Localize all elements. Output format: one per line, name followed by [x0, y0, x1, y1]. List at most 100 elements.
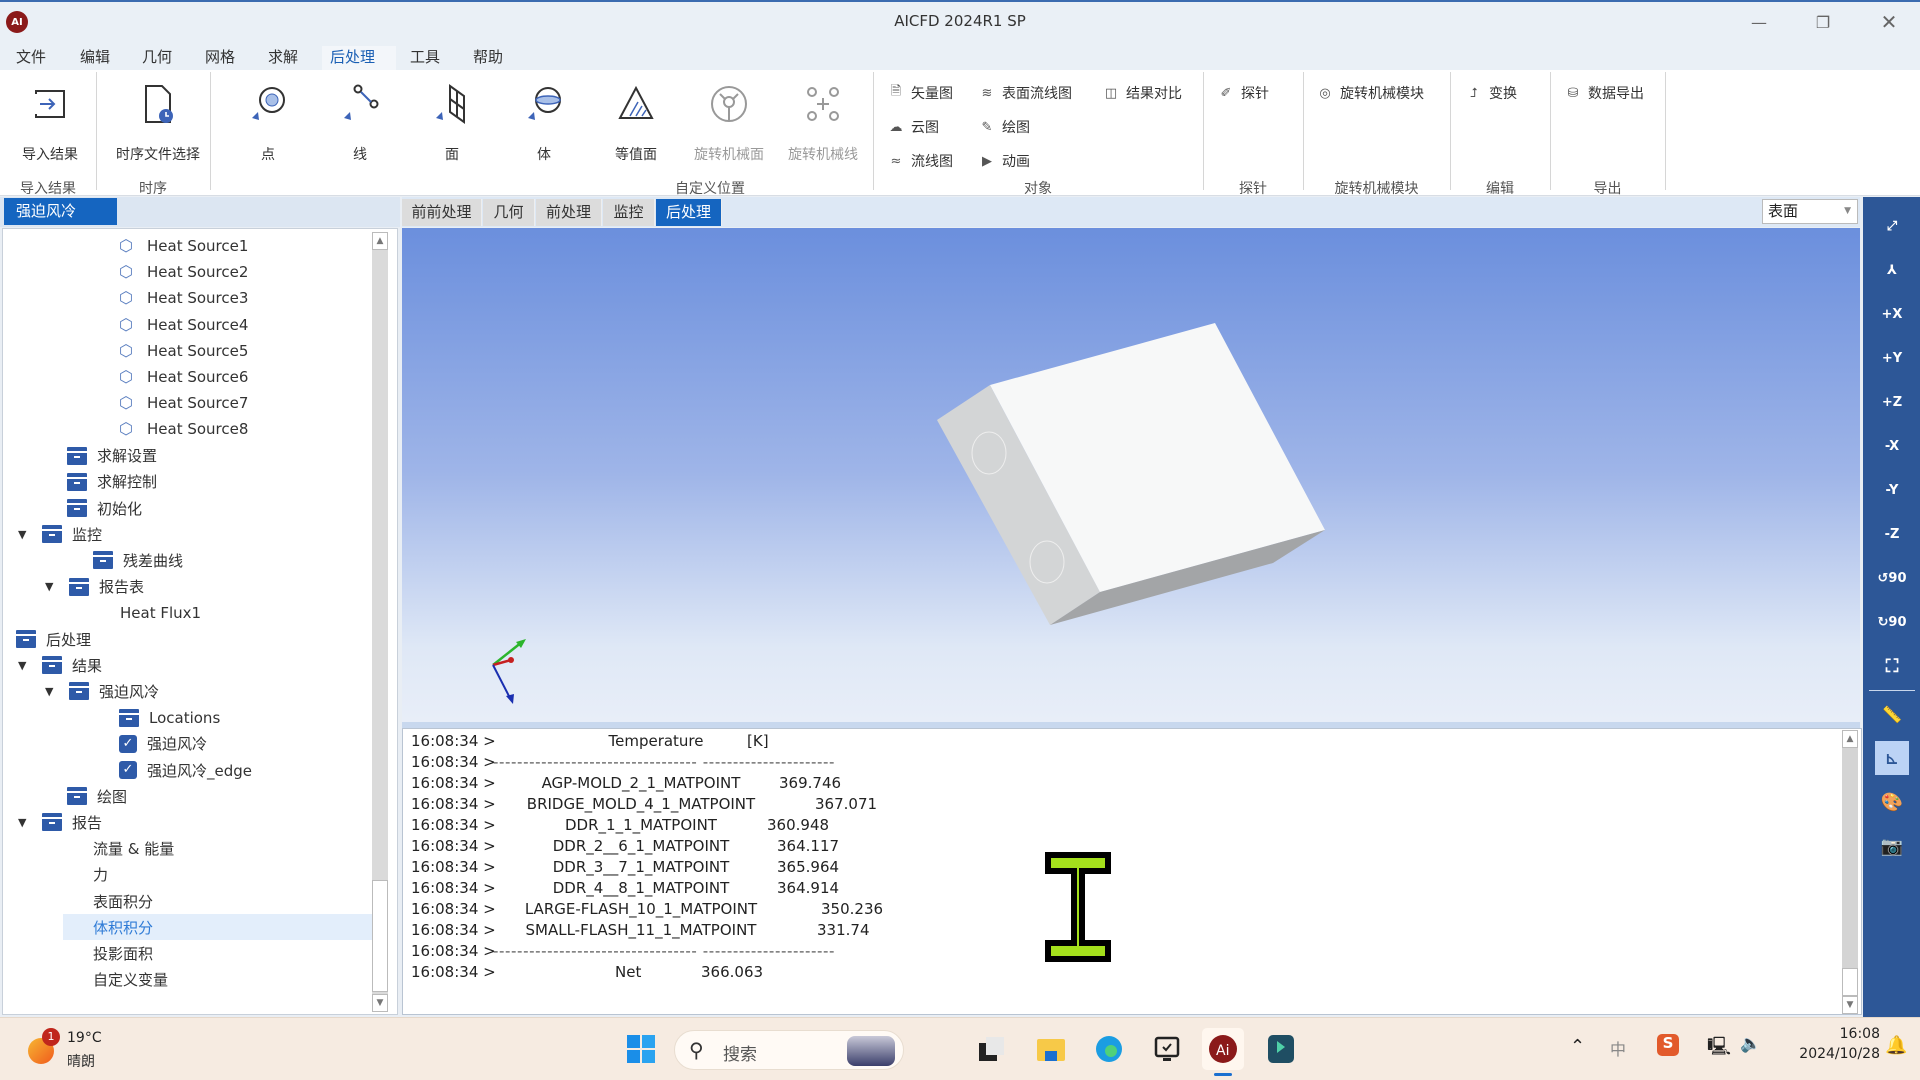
- close-button[interactable]: ✕: [1866, 8, 1912, 36]
- show-hidden-icons[interactable]: ⌃: [1570, 1036, 1585, 1057]
- scroll-up-button[interactable]: ▲: [1842, 730, 1858, 748]
- tree-node[interactable]: ⬡ Heat Source8: [119, 416, 248, 442]
- tree-node[interactable]: ▼ 监控: [18, 521, 102, 547]
- notification-bell-icon[interactable]: 🔔: [1885, 1035, 1907, 1056]
- expand-arrow-icon[interactable]: ▼: [45, 580, 59, 593]
- restore-button[interactable]: ❐: [1800, 8, 1846, 36]
- expand-arrow-icon[interactable]: ▼: [18, 528, 32, 541]
- tree-node[interactable]: 流量 & 能量: [93, 836, 174, 862]
- turbo-surface-button[interactable]: 旋转机械面: [686, 80, 772, 164]
- turbo-module-button[interactable]: ◎ 旋转机械模块: [1316, 83, 1424, 103]
- start-button[interactable]: [620, 1028, 662, 1070]
- sogou-ime-icon[interactable]: S: [1657, 1034, 1679, 1056]
- expand-arrow-icon[interactable]: ▼: [3, 633, 6, 646]
- tree-scrollbar[interactable]: ▲ ▼: [372, 232, 388, 1012]
- tree-node[interactable]: ▼ 结果: [18, 652, 102, 678]
- view-plus-x-icon[interactable]: +X: [1875, 297, 1909, 331]
- scroll-down-button[interactable]: ▼: [1842, 996, 1858, 1014]
- probe-button[interactable]: ✐ 探针: [1217, 83, 1269, 103]
- menu-solve[interactable]: 求解: [260, 46, 306, 70]
- rotate-ccw-90-icon[interactable]: ↺90: [1875, 561, 1909, 595]
- tree-node[interactable]: ✓ 强迫风冷_edge: [119, 757, 252, 783]
- tree-node[interactable]: 表面积分: [93, 888, 153, 914]
- tree-node[interactable]: ⬡ Heat Source3: [119, 285, 248, 311]
- tab-geometry[interactable]: 几何: [483, 199, 535, 226]
- tree-node[interactable]: 投影面积: [93, 940, 153, 966]
- plot-button[interactable]: ✎ 绘图: [978, 117, 1030, 137]
- result-compare-button[interactable]: ◫ 结果对比: [1102, 83, 1182, 103]
- weather-temp[interactable]: 19°C: [67, 1030, 102, 1046]
- turbo-line-button[interactable]: 旋转机械线: [780, 80, 866, 164]
- display-mode-select[interactable]: 表面 ▼: [1762, 199, 1858, 224]
- tree-node[interactable]: 求解控制: [67, 469, 157, 495]
- streamline-button[interactable]: ≈ 流线图: [887, 151, 953, 171]
- view-plus-z-icon[interactable]: +Z: [1875, 385, 1909, 419]
- tree-node[interactable]: ⬡ Heat Source4: [119, 312, 248, 338]
- checkbox[interactable]: ✓: [119, 761, 137, 779]
- tree-node[interactable]: 自定义变量: [93, 967, 168, 993]
- tree-node[interactable]: ⬡ Heat Source1: [119, 233, 248, 259]
- hide-axes-icon[interactable]: ⊾: [1875, 741, 1909, 775]
- security-app-icon[interactable]: [1146, 1028, 1188, 1070]
- case-tab[interactable]: 强迫风冷: [4, 198, 117, 225]
- clock-time[interactable]: 16:08: [1780, 1026, 1880, 1042]
- timing-file-select-button[interactable]: 时序文件选择: [108, 80, 208, 164]
- tree-node[interactable]: ⬡ Heat Source7: [119, 390, 248, 416]
- surface-streamline-button[interactable]: ≋ 表面流线图: [978, 83, 1072, 103]
- fullscreen-icon[interactable]: ⛶: [1875, 649, 1909, 683]
- animation-button[interactable]: ▶ 动画: [978, 151, 1030, 171]
- rotate-cw-90-icon[interactable]: ↻90: [1875, 605, 1909, 639]
- minimize-button[interactable]: —: [1736, 8, 1782, 36]
- expand-arrow-icon[interactable]: ▼: [18, 816, 32, 829]
- weather-desc[interactable]: 晴朗: [67, 1051, 95, 1071]
- edge-browser-icon[interactable]: [1088, 1028, 1130, 1070]
- camera-icon[interactable]: 📷: [1875, 829, 1909, 863]
- tree-node[interactable]: ▼ 强迫风冷: [45, 678, 159, 704]
- file-explorer-icon[interactable]: [1030, 1028, 1072, 1070]
- volume-button[interactable]: 体: [514, 80, 574, 164]
- menu-file[interactable]: 文件: [8, 46, 54, 70]
- tree-node[interactable]: 体积积分: [63, 914, 373, 941]
- isosurface-button[interactable]: 等值面: [604, 80, 668, 164]
- tree-node[interactable]: Locations: [119, 705, 220, 731]
- menu-geometry[interactable]: 几何: [134, 46, 180, 70]
- tab-postprocess[interactable]: 后处理: [656, 199, 722, 226]
- tree-node[interactable]: Heat Flux1: [120, 600, 201, 626]
- scroll-down-button[interactable]: ▼: [372, 994, 388, 1012]
- view-plus-y-icon[interactable]: +Y: [1875, 341, 1909, 375]
- volume-icon[interactable]: 🔈: [1740, 1034, 1761, 1054]
- menu-tools[interactable]: 工具: [402, 46, 448, 70]
- tree-node[interactable]: 残差曲线: [93, 547, 183, 573]
- tree-node[interactable]: ▼ 报告: [18, 809, 102, 835]
- aicfd-taskbar-icon[interactable]: Ai: [1202, 1028, 1244, 1070]
- tree-node[interactable]: ▼ 后处理: [3, 626, 91, 652]
- transform-button[interactable]: ⮥ 变换: [1465, 83, 1517, 103]
- view-minus-y-icon[interactable]: -Y: [1875, 473, 1909, 507]
- tree-node[interactable]: 求解设置: [67, 443, 157, 469]
- tree-node[interactable]: ▼ 报告表: [45, 574, 144, 600]
- app-taskbar-icon[interactable]: [1260, 1028, 1302, 1070]
- 3d-viewport[interactable]: [402, 228, 1860, 722]
- taskbar-search[interactable]: ⚲ 搜索: [674, 1030, 904, 1070]
- point-button[interactable]: 点: [238, 80, 298, 164]
- ime-indicator[interactable]: 中: [1610, 1036, 1626, 1060]
- surface-button[interactable]: 面: [422, 80, 482, 164]
- menu-mesh[interactable]: 网格: [197, 46, 243, 70]
- menu-edit[interactable]: 编辑: [72, 46, 118, 70]
- ruler-icon[interactable]: 📏: [1875, 697, 1909, 731]
- tree-node[interactable]: ⬡ Heat Source5: [119, 338, 248, 364]
- scroll-thumb[interactable]: [1842, 968, 1858, 996]
- axes-triad-icon[interactable]: ⅄: [1875, 253, 1909, 287]
- scroll-up-button[interactable]: ▲: [372, 232, 388, 250]
- vector-plot-button[interactable]: 🗎 矢量图: [887, 83, 953, 103]
- tab-pre-preprocess[interactable]: 前前处理: [402, 199, 482, 226]
- import-results-button[interactable]: 导入结果: [10, 80, 90, 164]
- tree-node[interactable]: ✓ 强迫风冷: [119, 731, 207, 757]
- view-minus-x-icon[interactable]: -X: [1875, 429, 1909, 463]
- menu-postprocess[interactable]: 后处理: [322, 46, 396, 70]
- task-view-icon[interactable]: [970, 1028, 1012, 1070]
- tree-node[interactable]: ⬡ Heat Source6: [119, 364, 248, 390]
- fit-window-icon[interactable]: ⤢: [1875, 209, 1909, 243]
- expand-arrow-icon[interactable]: ▼: [45, 685, 59, 698]
- console-output[interactable]: 16:08:34 > Temperature [K] 16:08:34 > ------…: [402, 728, 1862, 1015]
